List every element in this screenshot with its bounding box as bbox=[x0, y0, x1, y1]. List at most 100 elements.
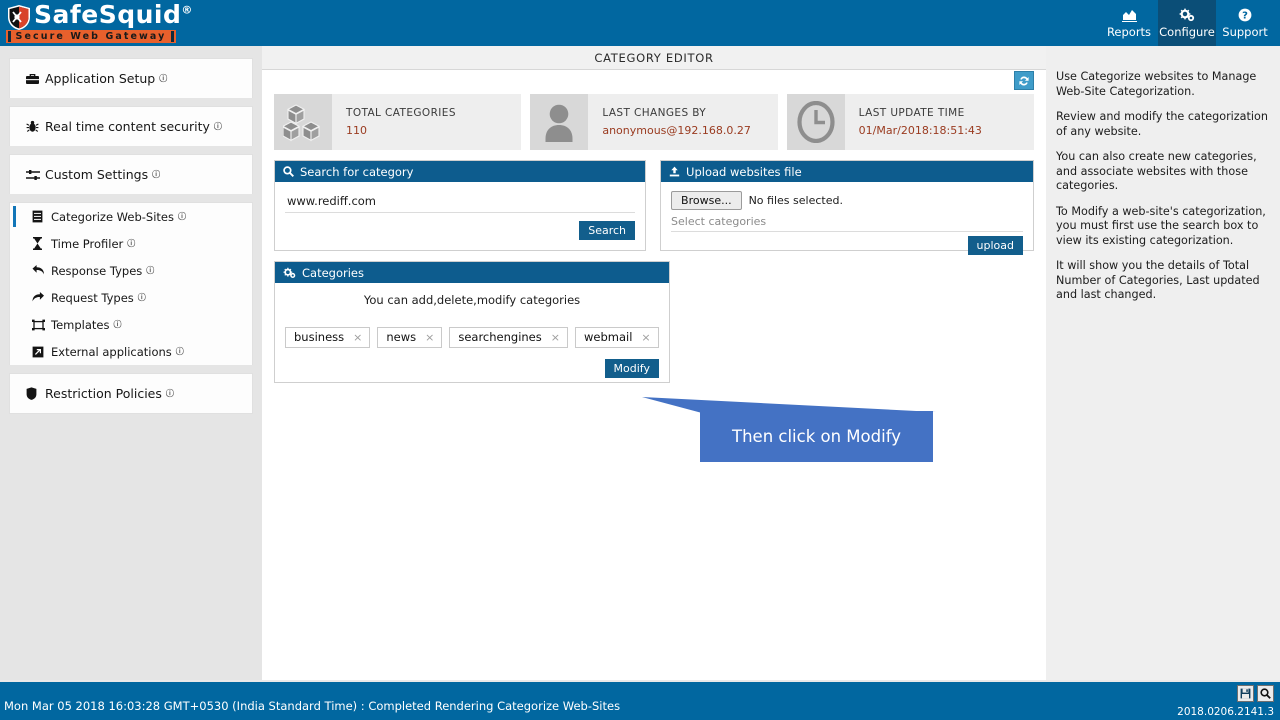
info-icon[interactable]: ⓘ bbox=[152, 169, 160, 180]
save-button[interactable] bbox=[1237, 685, 1254, 702]
nav-label-configure: Configure bbox=[1159, 24, 1215, 39]
search-icon bbox=[283, 166, 294, 177]
sidebar-label-response-types: Response Types bbox=[51, 263, 143, 278]
browse-button[interactable]: Browse... bbox=[671, 191, 742, 210]
info-icon[interactable]: ⓘ bbox=[127, 238, 135, 249]
stat-card-total-categories: TOTAL CATEGORIES 110 bbox=[274, 94, 522, 150]
sidebar: Application Setup ⓘ Real time content se… bbox=[0, 46, 262, 680]
callout-box: Then click on Modify bbox=[700, 411, 933, 462]
stat-card-last-update-time: LAST UPDATE TIME 01/Mar/2018:18:51:43 bbox=[786, 94, 1034, 150]
help-paragraph: Review and modify the categorization of … bbox=[1056, 110, 1268, 138]
upload-panel-body: Browse... No files selected. Select cate… bbox=[661, 182, 1033, 255]
chip-label: business bbox=[294, 330, 345, 344]
modify-button[interactable]: Modify bbox=[604, 359, 659, 378]
app-logo[interactable]: SafeSquid® Secure Web Gateway bbox=[6, 0, 192, 44]
sidebar-item-real-time-content-security[interactable]: Real time content security ⓘ bbox=[10, 107, 252, 146]
hourglass-icon bbox=[32, 237, 51, 250]
stat-body: LAST CHANGES BY anonymous@192.168.0.27 bbox=[588, 107, 751, 137]
chip-label: news bbox=[386, 330, 417, 344]
categories-panel: Categories You can add,delete,modify cat… bbox=[274, 261, 670, 383]
nav-label-support: Support bbox=[1222, 24, 1268, 39]
briefcase-icon bbox=[26, 73, 45, 85]
stat-body: LAST UPDATE TIME 01/Mar/2018:18:51:43 bbox=[845, 107, 982, 137]
callout-text: Then click on Modify bbox=[732, 427, 901, 446]
nav-item-configure[interactable]: Configure bbox=[1158, 0, 1216, 46]
chip-remove-icon[interactable]: × bbox=[641, 331, 650, 344]
file-status-text: No files selected. bbox=[748, 194, 843, 207]
status-bar: Mon Mar 05 2018 16:03:28 GMT+0530 (India… bbox=[0, 682, 1280, 720]
chip-label: searchengines bbox=[458, 330, 542, 344]
sidebar-group-custom-settings: Custom Settings ⓘ bbox=[9, 154, 253, 194]
modify-button-row: Modify bbox=[285, 359, 659, 378]
info-icon[interactable]: ⓘ bbox=[159, 73, 167, 84]
category-chip[interactable]: webmail × bbox=[574, 327, 659, 348]
search-button[interactable] bbox=[1257, 685, 1274, 702]
search-button[interactable]: Search bbox=[579, 221, 636, 240]
stat-value-total-categories: 110 bbox=[346, 124, 367, 137]
info-icon[interactable]: ⓘ bbox=[146, 265, 154, 276]
brand-registered: ® bbox=[181, 3, 193, 17]
upload-panel-header: Upload websites file bbox=[661, 161, 1033, 182]
chip-remove-icon[interactable]: × bbox=[425, 331, 434, 344]
category-chip[interactable]: news × bbox=[377, 327, 443, 348]
chip-remove-icon[interactable]: × bbox=[551, 331, 560, 344]
refresh-button[interactable] bbox=[1014, 71, 1034, 90]
stat-value-last-update-time: 01/Mar/2018:18:51:43 bbox=[858, 124, 982, 137]
upload-button[interactable]: upload bbox=[967, 236, 1023, 255]
sidebar-group-restriction: Restriction Policies ⓘ bbox=[9, 373, 253, 414]
stat-title-last-changes-by: LAST CHANGES BY bbox=[602, 107, 707, 119]
templates-icon bbox=[32, 319, 51, 331]
sidebar-item-categorize-websites[interactable]: Categorize Web-Sites ⓘ bbox=[10, 203, 252, 230]
sidebar-item-response-types[interactable]: Response Types ⓘ bbox=[10, 257, 252, 284]
sidebar-group-application: Application Setup ⓘ bbox=[9, 58, 253, 98]
stats-row: TOTAL CATEGORIES 110 LAST CHANGES BY ano… bbox=[262, 94, 1046, 150]
logo-wordmark: SafeSquid® bbox=[34, 0, 193, 29]
help-paragraph: Use Categorize websites to Manage Web-Si… bbox=[1056, 70, 1257, 98]
sidebar-item-application-setup[interactable]: Application Setup ⓘ bbox=[10, 59, 252, 98]
sidebar-label-application-setup: Application Setup bbox=[45, 71, 156, 86]
stat-card-last-changes-by: LAST CHANGES BY anonymous@192.168.0.27 bbox=[530, 94, 778, 150]
help-paragraph: It will show you the details of Total Nu… bbox=[1056, 259, 1260, 301]
search-input[interactable] bbox=[285, 194, 636, 213]
categories-panel-header: Categories bbox=[275, 262, 669, 283]
question-circle-icon: ? bbox=[1238, 8, 1252, 23]
info-icon[interactable]: ⓘ bbox=[138, 292, 146, 303]
info-icon[interactable]: ⓘ bbox=[113, 319, 121, 330]
sidebar-item-request-types[interactable]: Request Types ⓘ bbox=[10, 284, 252, 311]
upload-icon bbox=[669, 166, 680, 177]
upload-panel: Upload websites file Browse... No files … bbox=[660, 160, 1034, 255]
save-icon bbox=[1240, 688, 1251, 699]
chip-label: webmail bbox=[583, 330, 633, 344]
sidebar-group-configure-items: Categorize Web-Sites ⓘ Time Profiler ⓘ R… bbox=[9, 202, 253, 365]
category-chip[interactable]: business × bbox=[285, 327, 371, 348]
info-icon[interactable]: ⓘ bbox=[214, 121, 222, 132]
search-panel-body: Search bbox=[275, 182, 645, 250]
upload-button-row: upload bbox=[671, 236, 1023, 255]
sidebar-label-restriction-policies: Restriction Policies bbox=[45, 386, 162, 401]
status-icon-group bbox=[1237, 685, 1274, 702]
svg-text:?: ? bbox=[1242, 11, 1248, 22]
sidebar-item-external-applications[interactable]: External applications ⓘ bbox=[10, 338, 252, 365]
sidebar-label-categorize-websites: Categorize Web-Sites bbox=[51, 209, 174, 224]
panels-row: Search for category Search Upload websit… bbox=[262, 150, 1046, 255]
info-icon[interactable]: ⓘ bbox=[166, 388, 174, 399]
sidebar-group-security: Real time content security ⓘ bbox=[9, 106, 253, 146]
bug-icon bbox=[26, 120, 45, 133]
select-categories-input[interactable]: Select categories bbox=[671, 215, 1023, 232]
nav-label-reports: Reports bbox=[1106, 24, 1152, 39]
chip-remove-icon[interactable]: × bbox=[353, 331, 362, 344]
sidebar-label-external-applications: External applications bbox=[51, 344, 172, 359]
category-chip[interactable]: searchengines × bbox=[449, 327, 568, 348]
sidebar-item-templates[interactable]: Templates ⓘ bbox=[10, 311, 252, 338]
help-paragraph: To Modify a web-site's categorization, y… bbox=[1056, 204, 1266, 247]
nav-item-reports[interactable]: Reports bbox=[1100, 0, 1158, 46]
sidebar-item-custom-settings[interactable]: Custom Settings ⓘ bbox=[10, 155, 252, 194]
search-panel-header: Search for category bbox=[275, 161, 646, 182]
info-icon[interactable]: ⓘ bbox=[178, 211, 186, 222]
top-bar: SafeSquid® Secure Web Gateway Reports Co… bbox=[0, 0, 1280, 46]
gears-icon bbox=[283, 267, 296, 278]
sidebar-item-time-profiler[interactable]: Time Profiler ⓘ bbox=[10, 230, 252, 257]
info-icon[interactable]: ⓘ bbox=[176, 346, 184, 357]
sidebar-item-restriction-policies[interactable]: Restriction Policies ⓘ bbox=[10, 374, 252, 413]
nav-item-support[interactable]: ? Support bbox=[1216, 0, 1274, 46]
